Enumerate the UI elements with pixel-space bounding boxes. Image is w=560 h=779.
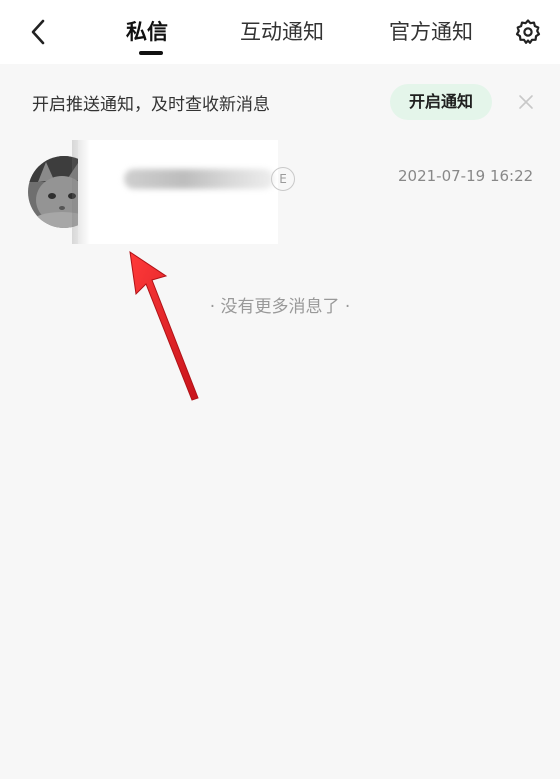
red-arrow-annotation	[129, 250, 199, 401]
user-tag-badge: E	[271, 167, 295, 191]
back-button[interactable]	[22, 12, 54, 52]
gear-icon	[515, 19, 541, 44]
push-notice-banner: 开启推送通知，及时查收新消息 开启通知	[0, 64, 560, 140]
no-more-messages-hint: · 没有更多消息了 ·	[209, 297, 351, 317]
message-timestamp: 2021-07-19 16:22	[398, 167, 534, 185]
tab-private-messages[interactable]: 私信	[126, 14, 168, 50]
chevron-left-icon	[31, 19, 45, 45]
tab-official-notifications[interactable]: 官方通知	[389, 14, 473, 50]
message-list-item[interactable]: E 2021-07-19 16:22	[0, 140, 560, 244]
tab-interaction-notifications[interactable]: 互动通知	[240, 14, 324, 50]
push-notice-text: 开启推送通知，及时查收新消息	[32, 95, 270, 115]
settings-button[interactable]	[512, 16, 544, 48]
top-nav-bar: 私信 互动通知 官方通知	[0, 0, 560, 64]
active-tab-indicator	[139, 51, 163, 55]
blurred-name-area	[72, 140, 278, 244]
close-notice-button[interactable]	[515, 91, 537, 113]
enable-notifications-button[interactable]: 开启通知	[390, 84, 492, 120]
blurred-username	[124, 169, 274, 189]
close-icon	[519, 95, 533, 109]
